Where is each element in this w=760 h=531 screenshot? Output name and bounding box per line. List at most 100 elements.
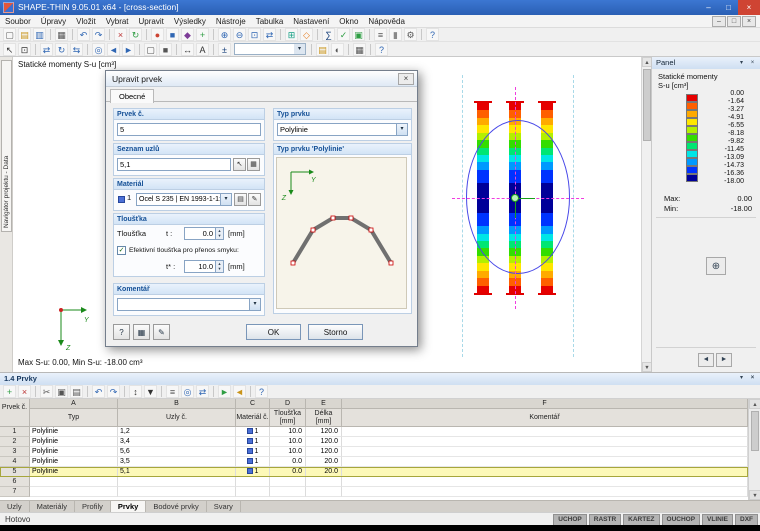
undo-icon[interactable]: ↶ — [92, 385, 105, 398]
scrollbar-thumb[interactable] — [643, 69, 651, 141]
row-number[interactable]: 5 — [0, 467, 30, 477]
menu-item-upravit[interactable]: Upravit — [134, 15, 169, 28]
help-icon[interactable]: ? — [375, 42, 388, 56]
material-edit-icon[interactable]: ✎ — [248, 193, 261, 206]
thickness-input[interactable]: 0.0 ▴ ▾ — [184, 227, 224, 240]
cell[interactable] — [30, 487, 118, 497]
cell[interactable] — [342, 427, 748, 437]
cell[interactable]: 3,4 — [118, 437, 236, 447]
help-icon[interactable]: ? — [426, 28, 439, 41]
panel-menu-icon[interactable]: ▾ — [737, 59, 746, 68]
zoom-all-icon[interactable]: ◎ — [92, 42, 105, 56]
import-icon[interactable]: ◄ — [233, 385, 246, 398]
cell[interactable] — [342, 477, 748, 487]
check-icon[interactable]: ✓ — [337, 28, 350, 41]
spinner-arrows[interactable]: ▴ ▾ — [215, 261, 223, 272]
zoom-in-icon[interactable]: ⊕ — [218, 28, 231, 41]
cell[interactable]: 120.0 — [306, 427, 342, 437]
dialog-help-icon[interactable]: ? — [113, 324, 130, 340]
navigator-tab[interactable]: Navigátor projektu - Data — [1, 60, 12, 232]
dialog-details-icon[interactable]: ▦ — [133, 324, 150, 340]
cell[interactable]: 0.0 — [270, 467, 306, 477]
cell[interactable]: 3,5 — [118, 457, 236, 467]
menu-item-soubor[interactable]: Soubor — [0, 15, 36, 28]
column-letter-E[interactable]: E — [306, 399, 342, 409]
spin-down-icon[interactable]: ▾ — [216, 233, 223, 238]
copy-icon[interactable]: ▣ — [55, 385, 68, 398]
insert-element-icon[interactable]: ■ — [166, 28, 179, 41]
grid-icon[interactable]: ⊞ — [285, 28, 298, 41]
column-letter-D[interactable]: D — [270, 399, 306, 409]
undo-icon[interactable]: ↶ — [77, 28, 90, 41]
cell[interactable]: 5,6 — [118, 447, 236, 457]
spin-down-icon[interactable]: ▾ — [216, 266, 223, 271]
table-row[interactable]: 1 Polylinie 1,2 1 10.0 120.0 — [0, 427, 748, 437]
results-icon[interactable]: ▣ — [352, 28, 365, 41]
cell[interactable] — [306, 487, 342, 497]
ok-button[interactable]: OK — [246, 324, 301, 340]
insert-point-icon[interactable]: + — [196, 28, 209, 41]
select-window-icon[interactable]: ⊡ — [18, 42, 31, 56]
node-list-input[interactable] — [117, 158, 231, 171]
mdi-minimize-icon[interactable]: – — [712, 16, 726, 27]
menu-item-okno[interactable]: Okno — [334, 15, 363, 28]
material-library-icon[interactable]: ▤ — [234, 193, 247, 206]
panel-page-right-icon[interactable]: ► — [716, 353, 732, 367]
select-all-icon[interactable]: ≡ — [166, 385, 179, 398]
table-row[interactable]: 6 — [0, 477, 748, 487]
cell[interactable]: Polylinie — [30, 437, 118, 447]
row-number[interactable]: 7 — [0, 487, 30, 497]
table-close-icon[interactable]: × — [748, 374, 757, 383]
table-row[interactable]: 7 — [0, 487, 748, 497]
delete-icon[interactable]: × — [114, 28, 127, 41]
view-previous-icon[interactable]: ◄ — [107, 42, 120, 56]
to-graphic-icon[interactable]: ◎ — [181, 385, 194, 398]
zoom-out-icon[interactable]: ⊖ — [233, 28, 246, 41]
column-header-tloustka-[mm][interactable]: Tloušťka [mm] — [270, 409, 306, 427]
cell[interactable]: 120.0 — [306, 447, 342, 457]
table-panel-header[interactable]: 1.4 Prvky ▾ × — [0, 373, 760, 385]
dialog-edit-icon[interactable]: ✎ — [153, 324, 170, 340]
cell[interactable] — [30, 477, 118, 487]
redo-icon[interactable]: ↷ — [92, 28, 105, 41]
close-icon[interactable]: × — [738, 0, 760, 15]
cell-material[interactable]: 1 — [236, 457, 270, 467]
cell-material[interactable]: 1 — [236, 427, 270, 437]
rotate-icon[interactable]: ↻ — [55, 42, 68, 56]
column-letter-B[interactable]: B — [118, 399, 236, 409]
dialog-titlebar[interactable]: Upravit prvek × — [106, 71, 417, 87]
calculate-icon[interactable]: ∑ — [322, 28, 335, 41]
chevron-down-icon[interactable]: ▾ — [220, 194, 231, 205]
canvas-vertical-scrollbar[interactable]: ▲ ▼ — [641, 57, 652, 372]
material-combobox[interactable]: Ocel S 235 | EN 1993-1-1:2005-05 ▾ — [136, 193, 232, 206]
pan-icon[interactable]: ⇄ — [263, 28, 276, 41]
print-icon[interactable]: ▦ — [55, 28, 68, 41]
menu-item-vysledky[interactable]: Výsledky — [169, 15, 211, 28]
status-toggle-vlinie[interactable]: VLINIE — [702, 514, 733, 525]
table-vertical-scrollbar[interactable]: ▲ ▼ — [748, 399, 760, 500]
help-icon[interactable]: ? — [255, 385, 268, 398]
cell-material[interactable] — [236, 487, 270, 497]
menu-item-vlozit[interactable]: Vložit — [71, 15, 101, 28]
menu-item-napoveda[interactable]: Nápověda — [363, 15, 409, 28]
snap-icon[interactable]: ◇ — [300, 28, 313, 41]
scrollbar-thumb[interactable] — [751, 411, 759, 451]
cell-material[interactable]: 1 — [236, 467, 270, 477]
refresh-icon[interactable]: ↻ — [129, 28, 142, 41]
wireframe-icon[interactable]: ▢ — [144, 42, 157, 56]
table-row[interactable]: 2 Polylinie 3,4 1 10.0 120.0 — [0, 437, 748, 447]
minimize-icon[interactable]: – — [699, 0, 718, 15]
cell[interactable] — [342, 447, 748, 457]
insert-polyline-icon[interactable]: ◆ — [181, 28, 194, 41]
sync-icon[interactable]: ⇄ — [196, 385, 209, 398]
panel-page-left-icon[interactable]: ◄ — [698, 353, 714, 367]
column-letter-A[interactable]: A — [30, 399, 118, 409]
new-file-icon[interactable]: ▢ — [3, 28, 16, 41]
column-letter-C[interactable]: C — [236, 399, 270, 409]
panel-close-icon[interactable]: × — [748, 59, 757, 68]
table-menu-icon[interactable]: ▾ — [737, 374, 746, 383]
insert-node-icon[interactable]: ● — [151, 28, 164, 41]
chevron-down-icon[interactable]: ▾ — [249, 299, 260, 310]
cut-icon[interactable]: ✂ — [40, 385, 53, 398]
status-toggle-rastr[interactable]: RASTR — [588, 514, 622, 525]
